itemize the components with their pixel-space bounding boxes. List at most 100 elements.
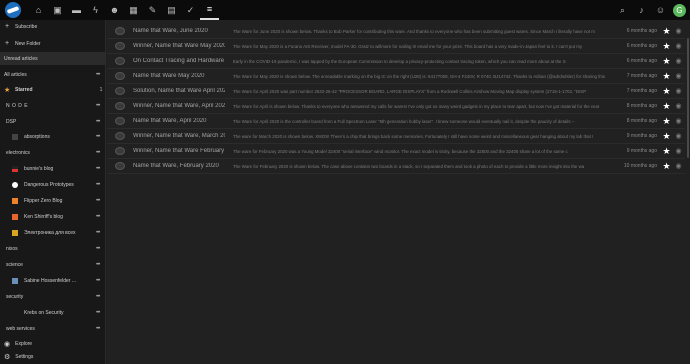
sidebar-item-all[interactable]: All articles •••: [0, 68, 106, 81]
folder-electronics[interactable]: electronics •••: [0, 146, 106, 159]
more-icon[interactable]: •••: [96, 150, 106, 156]
folder-icon[interactable]: ▬: [67, 0, 86, 20]
article-title[interactable]: Winner, Name that Ware May 2020: [133, 43, 225, 49]
star-icon[interactable]: ★: [661, 101, 672, 112]
star-icon[interactable]: ★: [661, 161, 672, 172]
feed-krebs[interactable]: Krebs on Security •••: [0, 306, 106, 319]
eye-icon[interactable]: ◉: [672, 132, 685, 140]
eye-icon[interactable]: ◉: [672, 72, 685, 80]
pencil-icon[interactable]: ✎: [143, 0, 162, 20]
eye-icon[interactable]: ◉: [672, 102, 685, 110]
explore-button[interactable]: ◉ Explore: [0, 338, 106, 349]
eye-icon[interactable]: ◉: [672, 117, 685, 125]
star-icon[interactable]: ★: [661, 56, 672, 67]
folder-science[interactable]: science •••: [0, 258, 106, 271]
folder-node[interactable]: N O D E •••: [0, 99, 106, 112]
star-icon[interactable]: ★: [661, 131, 672, 142]
star-icon[interactable]: ★: [661, 146, 672, 157]
article-row[interactable]: Name that Ware, February 2020 The Ware fo…: [107, 159, 685, 174]
folder-label: science: [6, 261, 23, 268]
feed-flipper-zero[interactable]: Flipper Zero Blog •••: [0, 194, 106, 207]
people-icon[interactable]: ☺: [651, 0, 670, 20]
more-icon[interactable]: •••: [96, 230, 106, 236]
eye-icon[interactable]: ◉: [672, 147, 685, 155]
eye-icon[interactable]: ◉: [672, 162, 685, 170]
new-folder-button[interactable]: + New Folder: [0, 37, 106, 50]
files-icon[interactable]: ▤: [162, 0, 181, 20]
star-icon[interactable]: ★: [661, 116, 672, 127]
more-icon[interactable]: •••: [96, 326, 106, 332]
article-title[interactable]: Name that Ware, February 2020: [133, 163, 225, 169]
article-row[interactable]: On Contact Tracing and Hardware Tokens Ea…: [107, 54, 685, 69]
home-icon[interactable]: ⌂: [29, 0, 48, 20]
feed-bunnies-blog[interactable]: bunnie's blog •••: [0, 162, 106, 175]
sidebar-item-starred[interactable]: ★ Starred 1: [0, 83, 106, 96]
logo-icon[interactable]: [5, 2, 21, 18]
article-title[interactable]: Winner, Name that Ware, March 2020: [133, 133, 225, 139]
feed-favicon-icon: [115, 102, 125, 110]
more-icon[interactable]: •••: [96, 72, 106, 78]
calendar-icon[interactable]: ▦: [124, 0, 143, 20]
scrollbar[interactable]: [687, 38, 689, 158]
folder-dsp[interactable]: DSP •••: [0, 115, 106, 128]
eye-icon[interactable]: ◉: [672, 87, 685, 95]
article-title[interactable]: Name that Ware May 2020: [133, 73, 225, 79]
settings-button[interactable]: ⚙ Settings: [0, 351, 106, 362]
star-icon[interactable]: ★: [661, 86, 672, 97]
article-row[interactable]: Name that Ware, April 2020 The Ware for A…: [107, 114, 685, 129]
more-icon[interactable]: •••: [96, 278, 106, 284]
folder-nixos[interactable]: nixos •••: [0, 242, 106, 255]
article-title[interactable]: Winner, Name that Ware, April 2020: [133, 103, 225, 109]
article-row[interactable]: Winner, Name that Ware February 2020 The …: [107, 144, 685, 159]
article-row[interactable]: Winner, Name that Ware, April 2020 The Wa…: [107, 99, 685, 114]
more-icon[interactable]: •••: [96, 310, 106, 316]
feed-favicon-icon: [115, 27, 125, 35]
more-icon[interactable]: •••: [96, 166, 106, 172]
gear-icon: ⚙: [4, 353, 11, 361]
star-icon[interactable]: ★: [661, 41, 672, 52]
image-icon[interactable]: ▣: [48, 0, 67, 20]
more-icon[interactable]: •••: [96, 294, 106, 300]
article-title[interactable]: Name that Ware, June 2020: [133, 28, 225, 34]
article-title[interactable]: On Contact Tracing and Hardware Tokens: [133, 58, 225, 64]
more-icon[interactable]: •••: [96, 214, 106, 220]
folder-security[interactable]: security •••: [0, 290, 106, 303]
article-row[interactable]: Solution, Name that Ware April 2020 The W…: [107, 84, 685, 99]
eye-icon[interactable]: ◉: [672, 42, 685, 50]
more-icon[interactable]: •••: [96, 246, 106, 252]
article-row[interactable]: Name that Ware, June 2020 The Ware for Ju…: [107, 24, 685, 39]
more-icon[interactable]: •••: [96, 262, 106, 268]
feed-absorptions[interactable]: absorptions •••: [0, 130, 106, 143]
more-icon[interactable]: •••: [96, 182, 106, 188]
feed-ken-shirriff[interactable]: Ken Shirriff's blog •••: [0, 210, 106, 223]
feed-sabine[interactable]: Sabine Hossenfelder ... •••: [0, 274, 106, 287]
more-icon[interactable]: •••: [96, 103, 106, 109]
article-row[interactable]: Winner, Name that Ware, March 2020 The wa…: [107, 129, 685, 144]
eye-icon[interactable]: ◉: [672, 27, 685, 35]
bolt-icon[interactable]: ϟ: [86, 0, 105, 20]
more-icon[interactable]: •••: [96, 198, 106, 204]
subscribe-button[interactable]: + Subscribe: [0, 20, 106, 33]
article-row[interactable]: Name that Ware May 2020 The Ware for May …: [107, 69, 685, 84]
article-title[interactable]: Name that Ware, April 2020: [133, 118, 225, 124]
contacts-icon[interactable]: ☻: [105, 0, 124, 20]
star-icon[interactable]: ★: [661, 26, 672, 37]
sidebar-item-unread[interactable]: Unread articles: [0, 52, 106, 65]
starred-label: Starred: [15, 86, 33, 93]
feed-electronics-ru[interactable]: Электроника для всех •••: [0, 226, 106, 239]
feed-dangerous-prototypes[interactable]: Dangerous Prototypes •••: [0, 178, 106, 191]
article-row[interactable]: Winner, Name that Ware May 2020 The Ware …: [107, 39, 685, 54]
eye-icon[interactable]: ◉: [672, 57, 685, 65]
avatar[interactable]: G: [673, 3, 686, 17]
article-title[interactable]: Winner, Name that Ware February 2020: [133, 148, 225, 154]
bell-icon[interactable]: ♪: [632, 0, 651, 20]
more-icon[interactable]: •••: [96, 134, 106, 140]
article-title[interactable]: Solution, Name that Ware April 2020: [133, 88, 225, 94]
article-date: 8 months ago: [626, 118, 657, 124]
search-icon[interactable]: ⌕: [613, 0, 632, 20]
folder-web-services[interactable]: web services •••: [0, 322, 106, 335]
more-icon[interactable]: •••: [96, 119, 106, 125]
news-icon[interactable]: ≡: [200, 0, 219, 20]
check-icon[interactable]: ✓: [181, 0, 200, 20]
star-icon[interactable]: ★: [661, 71, 672, 82]
